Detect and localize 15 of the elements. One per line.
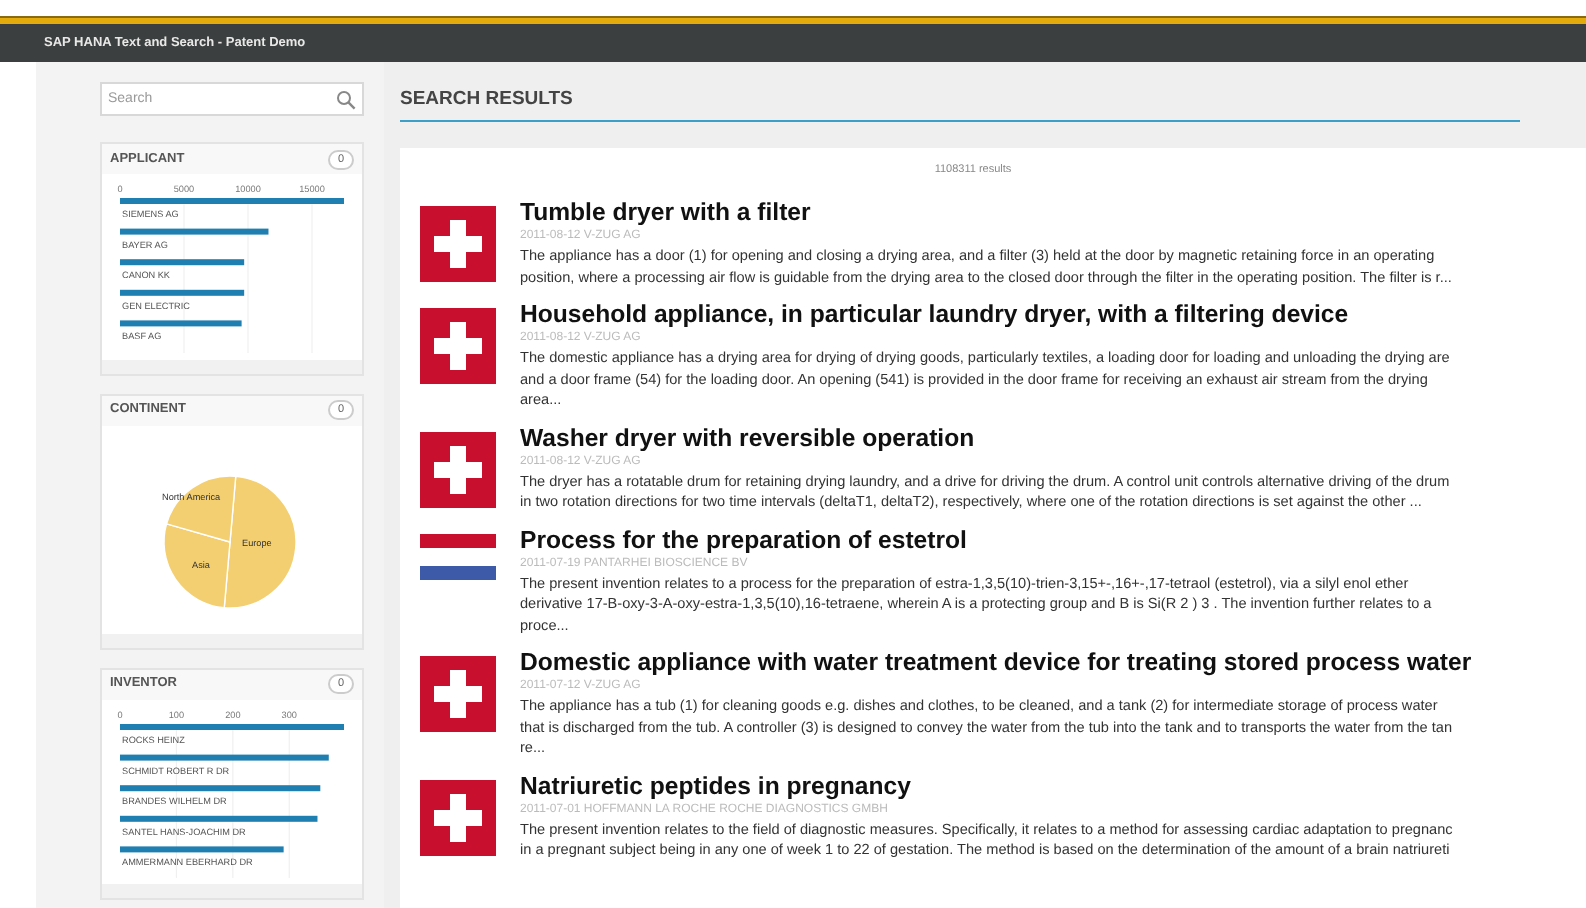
section-heading: SEARCH RESULTS xyxy=(400,85,573,114)
result-title[interactable]: Natriuretic peptides in pregnancy xyxy=(520,771,1453,802)
result-title[interactable]: Process for the preparation of estetrol xyxy=(520,525,1432,556)
result-title[interactable]: Household appliance, in particular laundry dryer, with a filtering device xyxy=(520,300,1450,331)
cross-flag-icon xyxy=(420,206,496,283)
cross-flag-icon xyxy=(420,656,496,733)
search-icon[interactable] xyxy=(336,89,356,109)
result-title[interactable]: Domestic appliance with water treatment device for treating stored process water xyxy=(520,648,1472,679)
cross-flag-icon xyxy=(420,779,496,856)
striped-flag-icon xyxy=(420,533,496,580)
result-title[interactable]: Washer dryer with reversible operation xyxy=(520,423,1450,454)
cross-flag-icon xyxy=(420,308,496,385)
pie-chart-drawing xyxy=(163,474,297,608)
cross-flag-icon xyxy=(420,431,496,508)
result-title[interactable]: Tumble dryer with a filter xyxy=(520,198,1452,229)
